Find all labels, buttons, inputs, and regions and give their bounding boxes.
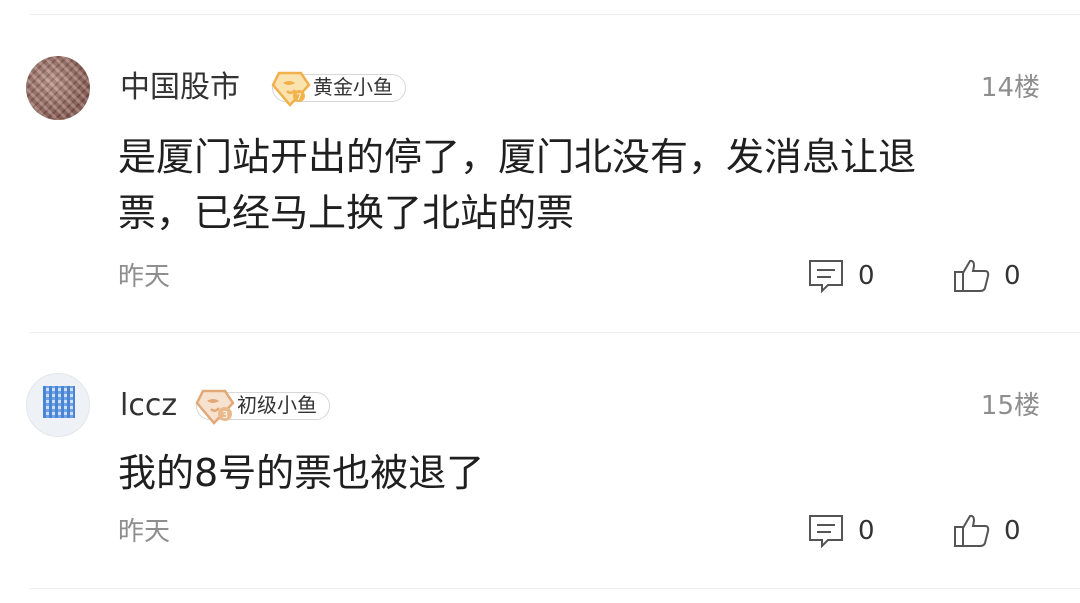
divider-top [30, 14, 1080, 15]
floor-number: 15楼 [980, 391, 1040, 421]
like-count: 0 [1004, 261, 1021, 291]
fish-badge-icon: 3 [195, 389, 235, 425]
thumbs-up-icon [954, 259, 990, 292]
comment-time: 昨天 [118, 262, 171, 292]
like-button[interactable]: 0 [952, 256, 1021, 296]
divider [30, 332, 1080, 333]
comment-time: 昨天 [118, 517, 171, 547]
reply-button[interactable]: 0 [806, 256, 875, 296]
username[interactable]: lccz [120, 386, 177, 426]
like-button[interactable]: 0 [952, 511, 1021, 551]
divider [30, 588, 1080, 589]
comment-icon [809, 515, 843, 549]
reply-button[interactable]: 0 [806, 511, 875, 551]
avatar[interactable] [26, 373, 90, 437]
reply-count: 0 [858, 516, 875, 546]
reply-count: 0 [858, 261, 875, 291]
badge-label: 黄金小鱼 [313, 75, 393, 99]
user-level-badge[interactable]: 3 初级小鱼 [195, 389, 330, 425]
svg-text:3: 3 [222, 410, 228, 421]
username[interactable]: 中国股市 [120, 68, 240, 108]
avatar[interactable] [26, 56, 90, 120]
thumbs-up-icon [954, 514, 990, 547]
svg-text:7: 7 [296, 93, 302, 103]
comment-text: 我的8号的票也被退了 [118, 451, 485, 495]
user-level-badge[interactable]: 7 黄金小鱼 [271, 71, 406, 107]
like-count: 0 [1004, 516, 1021, 546]
floor-number: 14楼 [980, 73, 1040, 103]
comment-icon [809, 260, 843, 294]
badge-label: 初级小鱼 [237, 393, 317, 417]
comment-text: 是厦门站开出的停了，厦门北没有，发消息让退票，已经马上换了北站的票 [118, 135, 917, 235]
qr-code-image [43, 386, 75, 418]
fish-badge-icon: 7 [271, 71, 311, 107]
